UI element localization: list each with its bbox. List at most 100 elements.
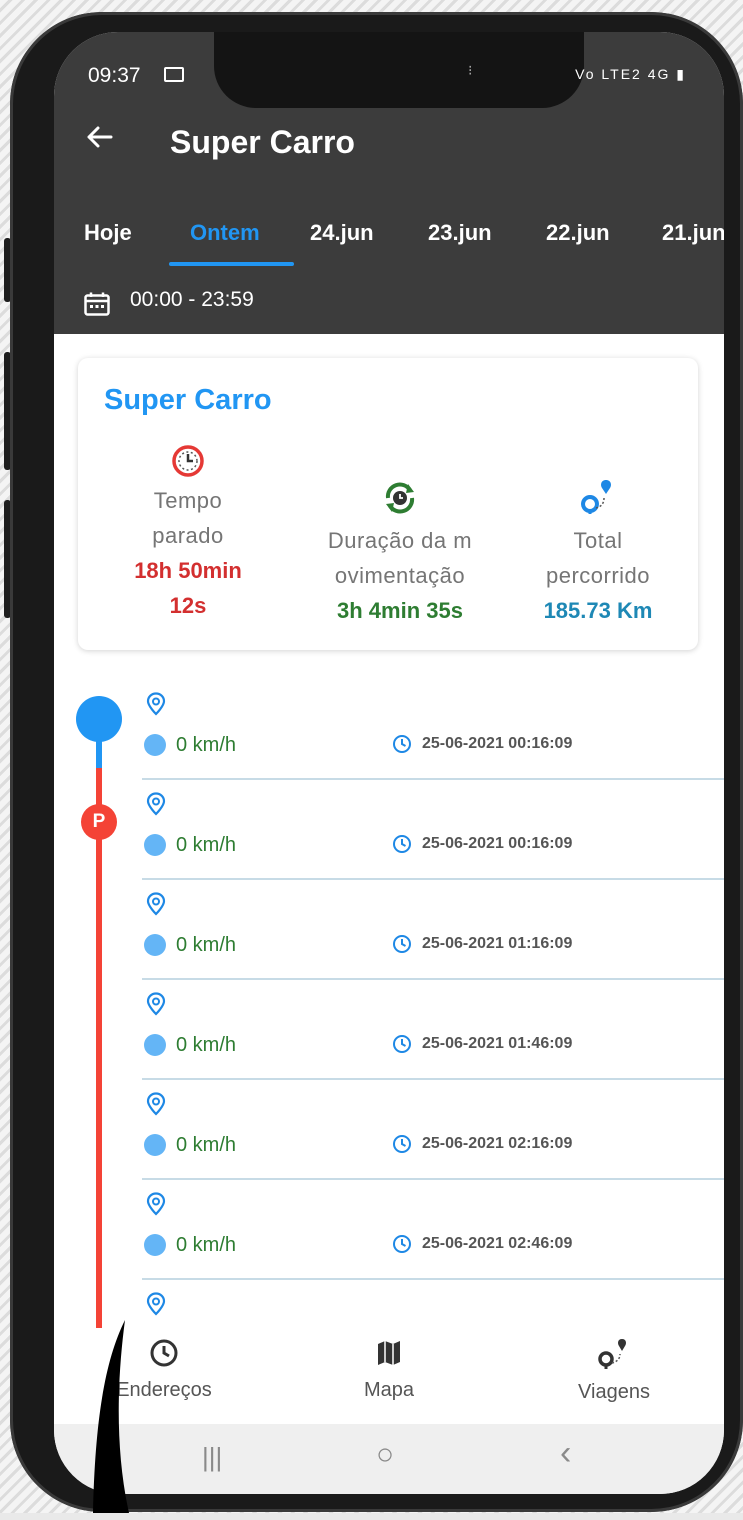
tab-hoje[interactable]: Hoje	[84, 220, 132, 246]
location-pin-icon	[146, 892, 166, 916]
clock-icon	[393, 835, 411, 853]
clock-icon	[393, 735, 411, 753]
distance-value: 185.73 Km	[543, 598, 653, 623]
row-divider	[142, 878, 724, 880]
back-button[interactable]	[84, 122, 114, 158]
event-speed: 0 km/h	[176, 1034, 237, 1056]
stopped-time-stat: Tempo parado 18h 50min 12s	[118, 442, 258, 623]
location-pin-icon	[146, 692, 166, 716]
sync-clock-icon	[385, 482, 415, 514]
page-title: Super Carro	[170, 124, 355, 160]
network-status-text: Vo LTE2 4G	[575, 66, 671, 82]
status-icons: Vo LTE2 4G ▮	[575, 66, 686, 83]
clock-icon	[393, 1035, 411, 1053]
app-bar: 09:37 ⁝ Vo LTE2 4G ▮ Super Carro Hoje On…	[54, 32, 724, 334]
moving-value: 3h 4min 35s	[337, 598, 463, 623]
speedometer-icon	[144, 934, 166, 956]
event-speed: 0 km/h	[176, 1134, 237, 1156]
event-datetime: 25-06-2021 01:16:09	[422, 935, 573, 952]
timeline-stop-segment	[96, 768, 102, 1328]
clock-icon	[393, 1135, 411, 1153]
speedometer-icon	[144, 1134, 166, 1156]
bottom-nav: Endereços Mapa Viagens	[54, 1328, 724, 1424]
moving-label-2: ovimentação	[334, 563, 466, 588]
stopwatch-icon	[172, 445, 204, 477]
phone-screen: 09:37 ⁝ Vo LTE2 4G ▮ Super Carro Hoje On…	[54, 32, 724, 1494]
list-item[interactable]: 0 km/h 25-06-2021 01:46:09	[142, 982, 724, 1082]
clock-icon	[393, 1235, 411, 1253]
nav-mapa[interactable]: Mapa	[299, 1338, 479, 1402]
row-divider	[142, 1278, 724, 1280]
back-nav-button[interactable]: ‹	[560, 1434, 571, 1473]
stopped-value-2: 12s	[169, 593, 207, 618]
nav-viagens[interactable]: Viagens	[524, 1338, 704, 1404]
vehicle-name: Super Carro	[104, 384, 272, 416]
event-datetime: 25-06-2021 02:16:09	[422, 1135, 573, 1152]
list-item[interactable]: 0 km/h 25-06-2021 02:46:09	[142, 1182, 724, 1282]
location-pin-icon	[146, 1092, 166, 1116]
date-tabs: Hoje Ontem 24.jun 23.jun 22.jun 21.jun	[54, 212, 724, 272]
speedometer-icon	[144, 834, 166, 856]
event-speed: 0 km/h	[176, 1234, 237, 1256]
system-nav-bar: ||| ○ ‹	[54, 1424, 724, 1494]
stopped-label-2: parado	[152, 523, 224, 548]
distance-label-2: percorrido	[545, 563, 651, 588]
route-icon	[598, 1339, 626, 1369]
list-item[interactable]: 0 km/h 25-06-2021 00:16:09	[142, 682, 724, 782]
tab-24-jun[interactable]: 24.jun	[310, 220, 374, 246]
row-divider	[142, 778, 724, 780]
event-datetime: 25-06-2021 00:16:09	[422, 735, 573, 752]
nav-mapa-label: Mapa	[363, 1379, 415, 1401]
list-item[interactable]: 0 km/h 25-06-2021 02:16:09	[142, 1082, 724, 1182]
event-datetime: 25-06-2021 01:46:09	[422, 1035, 573, 1052]
distance-stat: Total percorrido 185.73 Km	[518, 478, 678, 628]
timeline-start-dot	[76, 696, 122, 742]
location-pin-icon	[146, 792, 166, 816]
route-pin-icon	[581, 480, 611, 514]
tab-ontem[interactable]: Ontem	[190, 220, 260, 246]
event-speed: 0 km/h	[176, 834, 237, 856]
date-range[interactable]: 00:00 - 23:59	[130, 288, 254, 312]
nfc-icon: ⁝	[468, 62, 473, 78]
list-item[interactable]: 0 km/h 25-06-2021 00:16:09	[142, 782, 724, 882]
row-divider	[142, 1178, 724, 1180]
speedometer-icon	[144, 1034, 166, 1056]
stopped-label-1: Tempo	[153, 488, 223, 513]
location-pin-icon	[146, 1292, 166, 1316]
row-divider	[142, 1078, 724, 1080]
tab-21-jun[interactable]: 21.jun	[662, 220, 724, 246]
clock-icon	[393, 935, 411, 953]
speedometer-icon	[144, 734, 166, 756]
event-datetime: 25-06-2021 00:16:09	[422, 835, 573, 852]
event-datetime: 25-06-2021 02:46:09	[422, 1235, 573, 1252]
battery-icon: ▮	[676, 66, 686, 82]
gallery-notification-icon	[164, 67, 184, 82]
tab-22-jun[interactable]: 22.jun	[546, 220, 610, 246]
recents-button[interactable]: |||	[202, 1442, 222, 1473]
decorative-swoosh	[93, 1320, 129, 1513]
stopped-value-1: 18h 50min	[134, 558, 242, 583]
map-icon	[378, 1341, 400, 1365]
status-time: 09:37	[88, 64, 141, 87]
list-item[interactable]: 0 km/h 25-06-2021 01:16:09	[142, 882, 724, 982]
home-button[interactable]: ○	[376, 1438, 394, 1472]
arrow-left-icon	[87, 126, 113, 148]
row-divider	[142, 978, 724, 980]
clock-icon	[150, 1339, 178, 1367]
speedometer-icon	[144, 1234, 166, 1256]
event-speed: 0 km/h	[176, 734, 237, 756]
parking-marker: P	[81, 804, 117, 840]
camera-notch	[214, 32, 584, 108]
phone-frame: 09:37 ⁝ Vo LTE2 4G ▮ Super Carro Hoje On…	[10, 12, 743, 1512]
calendar-icon[interactable]	[84, 292, 110, 316]
moving-label-1: Duração da m	[327, 528, 473, 553]
distance-label-1: Total	[573, 528, 623, 553]
tab-23-jun[interactable]: 23.jun	[428, 220, 492, 246]
location-pin-icon	[146, 1192, 166, 1216]
location-pin-icon	[146, 992, 166, 1016]
active-tab-indicator	[169, 262, 294, 266]
moving-time-stat: Duração da m ovimentação 3h 4min 35s	[300, 478, 500, 628]
event-speed: 0 km/h	[176, 934, 237, 956]
summary-card: Super Carro Tempo parado 18h 50min 12s D…	[78, 358, 698, 650]
nav-viagens-label: Viagens	[578, 1381, 650, 1403]
